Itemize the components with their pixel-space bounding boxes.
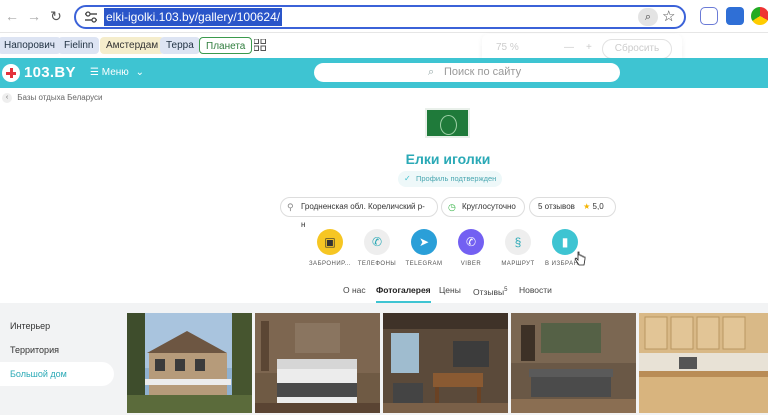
company-logo bbox=[425, 108, 470, 138]
reviews-pill[interactable]: 5 отзывов ★ 5,0 bbox=[529, 197, 616, 217]
logo-cross-icon[interactable] bbox=[2, 64, 20, 82]
gallery-category[interactable]: Интерьер bbox=[0, 314, 114, 338]
site-header: 103.BY ☰ Меню ⌄ ⌕ Поиск по сайту bbox=[0, 58, 768, 88]
tab-reviews-label: Отзывы bbox=[473, 286, 505, 297]
viber-icon[interactable]: ✆ bbox=[458, 229, 484, 255]
zoom-out-button[interactable]: — bbox=[564, 42, 574, 53]
gallery-photo[interactable] bbox=[511, 313, 636, 413]
tab-prices[interactable]: Цены bbox=[439, 283, 461, 297]
url-text[interactable]: elki-igolki.103.by/gallery/100624/ bbox=[104, 8, 283, 26]
rating-value: 5,0 bbox=[592, 202, 604, 211]
action-label: В ИЗБРАН... bbox=[545, 261, 585, 267]
hand-cursor-icon bbox=[574, 251, 586, 266]
back-icon[interactable]: ← bbox=[4, 8, 20, 24]
gallery-category[interactable]: Территория bbox=[0, 338, 114, 362]
menu-label: Меню bbox=[101, 67, 129, 78]
bookmark-item[interactable]: Планета bbox=[199, 37, 253, 54]
reviews-count: 5 отзывов bbox=[538, 202, 575, 211]
phone-icon[interactable]: ✆ bbox=[364, 229, 390, 255]
browser-toolbar: ← → ↻ elki-igolki.103.by/gallery/100624/… bbox=[0, 0, 768, 33]
address-bar[interactable]: elki-igolki.103.by/gallery/100624/ ⌕ ☆ bbox=[74, 5, 686, 29]
reload-icon[interactable]: ↻ bbox=[48, 8, 64, 24]
zoom-in-button[interactable]: + bbox=[586, 42, 592, 53]
tab-news[interactable]: Новости bbox=[519, 283, 552, 297]
zoom-reset-button[interactable]: Сбросить bbox=[602, 39, 672, 59]
chevron-down-icon: ⌄ bbox=[135, 67, 144, 78]
search-placeholder: Поиск по сайту bbox=[444, 66, 522, 78]
hours-text: Круглосуточно bbox=[462, 202, 516, 211]
download-extension-icon[interactable] bbox=[726, 7, 744, 25]
site-logo[interactable]: 103.BY bbox=[24, 64, 76, 82]
breadcrumb-link[interactable]: Базы отдыха Беларуси bbox=[17, 93, 102, 102]
site-settings-icon[interactable] bbox=[84, 11, 98, 23]
back-chevron-icon[interactable]: ‹ bbox=[2, 92, 12, 103]
verified-badge: Профиль подтвержден bbox=[398, 171, 503, 187]
tab-reviews[interactable]: Отзывы5 bbox=[473, 283, 507, 299]
rating-star-icon: ★ bbox=[583, 202, 591, 211]
bookmark-star-icon[interactable]: ☆ bbox=[662, 7, 675, 27]
favorite-action[interactable]: ▮ В ИЗБРАН... bbox=[535, 229, 595, 268]
gallery-photo[interactable] bbox=[127, 313, 252, 413]
bookmark-item[interactable]: Fielinn bbox=[58, 37, 100, 54]
chrome-profile-icon[interactable] bbox=[751, 7, 768, 25]
calendar-icon[interactable]: ▣ bbox=[317, 229, 343, 255]
address-pill[interactable]: ⚲ Гродненская обл. Кореличский р-н bbox=[280, 197, 438, 229]
zoom-icon[interactable]: ⌕ bbox=[638, 8, 658, 26]
telegram-icon[interactable]: ➤ bbox=[411, 229, 437, 255]
route-icon[interactable]: § bbox=[505, 229, 531, 255]
gallery-photo[interactable] bbox=[383, 313, 508, 413]
extension-shield-icon[interactable] bbox=[700, 7, 718, 25]
hamburger-icon: ☰ bbox=[90, 67, 99, 78]
apps-grid-icon[interactable] bbox=[254, 39, 266, 51]
hours-pill[interactable]: ◷ Круглосуточно bbox=[441, 197, 525, 217]
search-input[interactable]: ⌕ Поиск по сайту bbox=[314, 63, 620, 82]
region-text: Гродненская обл. Кореличский р-н bbox=[301, 202, 425, 229]
bookmark-item[interactable]: Напорович bbox=[0, 37, 61, 54]
forward-icon[interactable]: → bbox=[26, 8, 42, 24]
gallery-photo[interactable] bbox=[639, 313, 768, 413]
gallery-photo[interactable] bbox=[255, 313, 380, 413]
tab-about[interactable]: О нас bbox=[343, 283, 366, 297]
breadcrumb[interactable]: ‹ Базы отдыха Беларуси bbox=[2, 92, 102, 104]
company-title: Елки иголки bbox=[405, 151, 491, 167]
bookmark-item[interactable]: Терра bbox=[160, 37, 200, 54]
search-icon: ⌕ bbox=[428, 66, 435, 78]
tab-reviews-count: 5 bbox=[504, 287, 508, 293]
tab-gallery[interactable]: Фотогалерея bbox=[376, 283, 431, 303]
zoom-percent: 75 % bbox=[496, 42, 519, 53]
location-pin-icon: ⚲ bbox=[287, 202, 294, 212]
clock-icon: ◷ bbox=[448, 202, 456, 212]
menu-button[interactable]: ☰ Меню ⌄ bbox=[90, 66, 144, 80]
gallery-category-active[interactable]: Большой дом bbox=[0, 362, 114, 386]
bookmark-item[interactable]: Амстердам bbox=[100, 37, 165, 54]
